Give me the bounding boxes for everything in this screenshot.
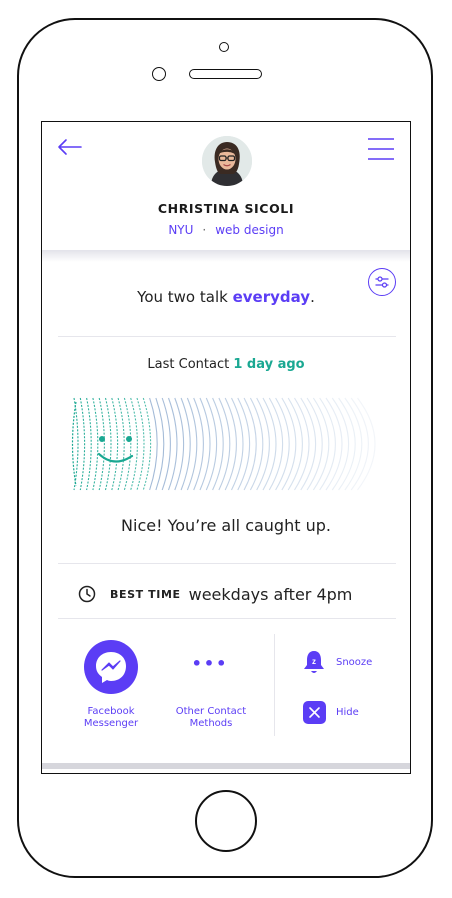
bell-icon[interactable]: z <box>302 649 326 675</box>
tag-interest[interactable]: web design <box>215 223 283 237</box>
fading-arc <box>231 397 244 491</box>
fading-arcs <box>71 397 376 491</box>
divider <box>58 563 396 564</box>
camera <box>219 42 229 52</box>
fading-arc <box>104 397 112 491</box>
mood-face-graphic <box>71 397 376 491</box>
snooze-label[interactable]: Snooze <box>336 657 372 668</box>
other-contact-methods-label[interactable]: Other Contact Methods <box>166 706 256 730</box>
header-shadow <box>42 250 410 262</box>
messenger-label-line2: Messenger <box>83 718 139 729</box>
home-button[interactable] <box>195 790 257 852</box>
fading-arc <box>136 397 145 491</box>
messenger-button[interactable] <box>84 640 138 694</box>
face-edge <box>71 401 77 487</box>
speaker <box>189 69 262 79</box>
fading-arc <box>199 397 211 491</box>
last-contact: Last Contact 1 day ago <box>42 357 410 372</box>
frequency-value: everyday <box>232 288 311 306</box>
fading-arc <box>193 397 204 491</box>
smiley-face <box>97 436 134 463</box>
messenger-label[interactable]: Facebook Messenger <box>68 706 154 730</box>
other-label-line2: Methods <box>189 718 233 729</box>
frequency-prefix: You two talk <box>137 288 233 306</box>
profile-header: CHRISTINA SICOLI NYU · web design <box>42 122 410 252</box>
vertical-divider <box>274 634 275 736</box>
fading-arc <box>205 397 218 491</box>
tag-school[interactable]: NYU <box>168 223 193 237</box>
app-screen: CHRISTINA SICOLI NYU · web design You two … <box>41 121 411 774</box>
fading-arc <box>86 397 92 491</box>
messenger-icon <box>96 652 126 683</box>
frequency-suffix: . <box>310 288 315 306</box>
fading-arc <box>167 397 178 491</box>
fading-arc <box>212 397 224 491</box>
more-options-icon[interactable]: ••• <box>190 654 230 673</box>
fading-arc <box>117 397 125 491</box>
clock-icon <box>78 585 96 603</box>
status-message: Nice! You’re all caught up. <box>121 516 331 535</box>
divider <box>58 336 396 337</box>
divider <box>58 618 396 619</box>
fading-arc <box>237 397 251 491</box>
fading-arc <box>98 397 105 491</box>
hide-button[interactable] <box>303 701 326 724</box>
talk-frequency: You two talk everyday. <box>42 288 410 306</box>
contact-name: CHRISTINA SICOLI <box>157 201 295 216</box>
best-time-label: BEST TIME <box>110 587 181 601</box>
close-icon <box>309 707 320 718</box>
avatar <box>202 136 252 186</box>
fading-arc <box>294 397 310 491</box>
best-time-value: weekdays after 4pm <box>188 584 353 604</box>
fading-arc <box>224 397 237 491</box>
last-contact-value: 1 day ago <box>233 357 305 372</box>
fading-arc <box>111 397 119 491</box>
snooze-z: z <box>312 657 316 666</box>
fading-arc <box>186 397 198 491</box>
fading-arc <box>174 397 185 491</box>
best-time-row: BEST TIME weekdays after 4pm <box>78 583 352 605</box>
last-contact-label: Last Contact <box>147 357 234 372</box>
back-arrow-icon[interactable] <box>56 136 84 158</box>
fading-arc <box>123 397 132 491</box>
sensor <box>152 67 166 81</box>
contact-tags: NYU · web design <box>42 223 410 237</box>
hamburger-menu-icon[interactable] <box>367 136 395 162</box>
avatar-image <box>202 136 252 186</box>
fading-arc <box>92 397 99 491</box>
fading-arc <box>300 397 317 491</box>
bottom-bar <box>42 763 410 769</box>
fading-arc <box>218 397 231 491</box>
hide-label[interactable]: Hide <box>336 707 359 718</box>
other-label-line1: Other Contact <box>175 706 247 717</box>
fading-arc <box>79 397 86 491</box>
fading-arc <box>180 397 191 491</box>
messenger-label-line1: Facebook <box>87 706 135 717</box>
fading-arc <box>130 397 138 491</box>
tag-separator: · <box>202 223 207 237</box>
